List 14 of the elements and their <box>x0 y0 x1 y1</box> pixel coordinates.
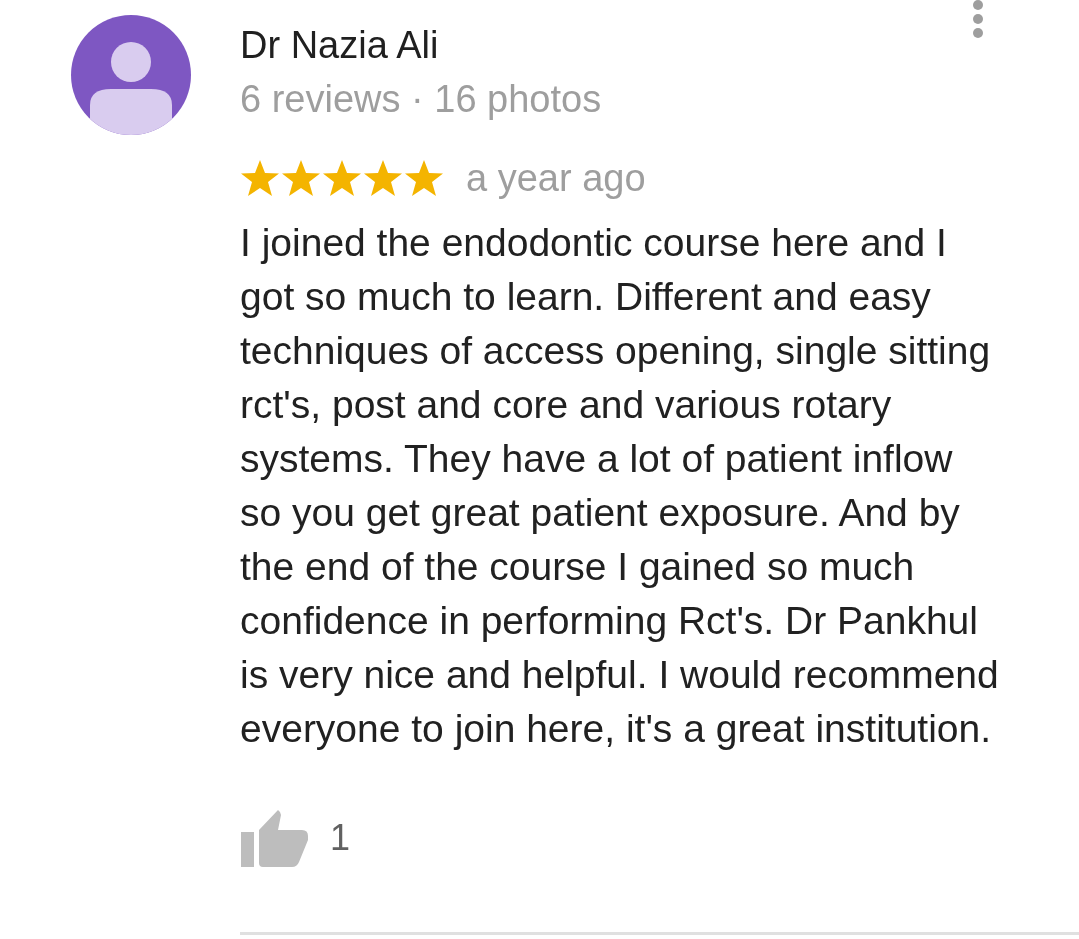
star-icon <box>322 159 362 197</box>
star-icon <box>240 159 280 197</box>
avatar-icon <box>71 15 191 135</box>
star-icon <box>363 159 403 197</box>
more-options-icon <box>970 0 986 38</box>
reviewer-stats: 6 reviews · 16 photos <box>240 77 602 121</box>
review-time: a year ago <box>466 156 646 200</box>
reviewer-name: Dr Nazia Ali <box>240 23 439 67</box>
like-button[interactable]: 1 <box>240 808 351 868</box>
star-icon <box>404 159 444 197</box>
more-options-button[interactable] <box>970 0 986 38</box>
review-text: I joined the endodontic course here and I got so much to learn. Different and easy techniques of access opening, single sitting rct's, post and core and various rotary systems. They have a lot of patient inflow so you get great patient exposure. And by the end of the course I gained so much confidence in performing Rct's. Dr Pankhul is very nice and helpful. I would recommend everyone to join here, it's a great institution. <box>240 220 999 752</box>
thumbs-up-icon <box>240 808 310 868</box>
star-icon <box>281 159 321 197</box>
